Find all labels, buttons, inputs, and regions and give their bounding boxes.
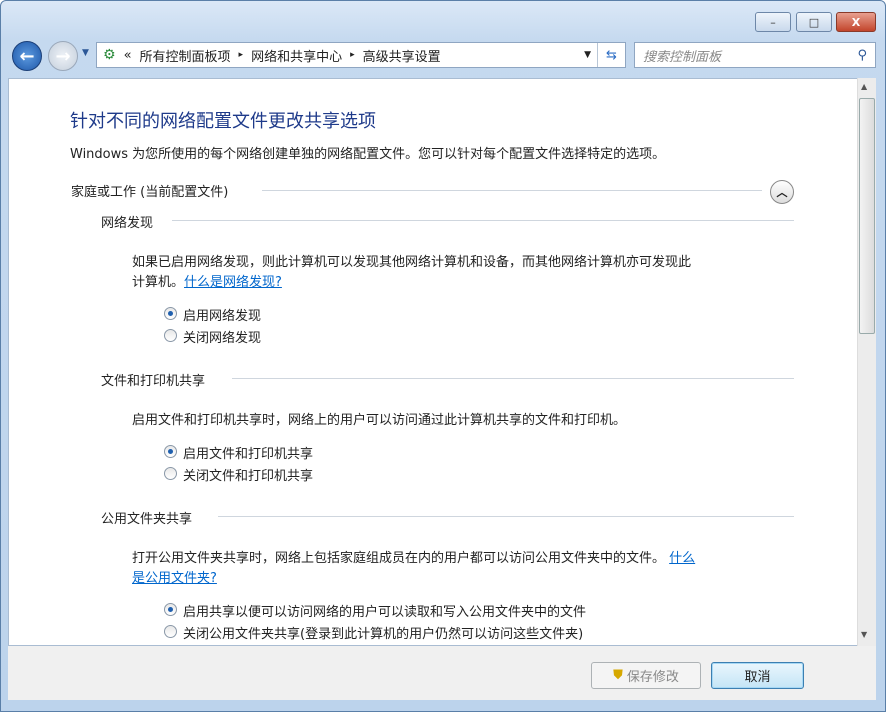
breadcrumb-network-center[interactable]: 网络和共享中心	[251, 46, 342, 65]
maximize-button[interactable]: □	[796, 12, 832, 32]
section-title-network-discovery: 网络发现	[101, 212, 153, 231]
radio-disable-file-printer-sharing[interactable]	[164, 467, 177, 480]
radio-disable-network-discovery[interactable]	[164, 329, 177, 342]
cancel-button[interactable]: 取消	[711, 662, 804, 689]
section-description: 计算机。	[132, 275, 184, 290]
help-link-public-folder[interactable]: 什么	[669, 551, 695, 566]
uac-shield-icon: ⛊	[613, 668, 623, 683]
section-description: 启用文件和打印机共享时，网络上的用户可以访问通过此计算机共享的文件和打印机。	[132, 409, 626, 428]
page-title: 针对不同的网络配置文件更改共享选项	[70, 107, 376, 133]
radio-label[interactable]: 启用文件和打印机共享	[183, 443, 313, 462]
search-input[interactable]: 搜索控制面板 ⚲	[634, 42, 876, 68]
radio-label[interactable]: 启用网络发现	[183, 305, 261, 324]
radio-label[interactable]: 关闭公用文件夹共享(登录到此计算机的用户仍然可以访问这些文件夹)	[183, 623, 583, 642]
breadcrumb-separator[interactable]: ▸	[239, 50, 244, 60]
breadcrumb-control-panel[interactable]: 所有控制面板项	[140, 46, 231, 65]
page-subtitle: Windows 为您所使用的每个网络创建单独的网络配置文件。您可以针对每个配置文…	[70, 143, 665, 162]
section-title-public-folder-sharing: 公用文件夹共享	[101, 508, 192, 527]
search-icon[interactable]: ⚲	[857, 48, 867, 63]
section-description: 如果已启用网络发现，则此计算机可以发现其他网络计算机和设备，而其他网络计算机亦可…	[132, 251, 691, 270]
radio-enable-public-folder-sharing[interactable]	[164, 603, 177, 616]
breadcrumb-separator[interactable]: ▸	[350, 50, 355, 60]
close-button[interactable]: X	[836, 12, 876, 32]
back-button[interactable]: ←	[12, 41, 42, 71]
section-title-file-printer-sharing: 文件和打印机共享	[101, 370, 205, 389]
overflow-chevron[interactable]: «	[124, 48, 132, 63]
scroll-down-icon[interactable]: ▼	[861, 630, 867, 639]
save-changes-button[interactable]: ⛊保存修改	[591, 662, 701, 689]
help-link-network-discovery[interactable]: 什么是网络发现?	[184, 275, 282, 290]
section-description: 打开公用文件夹共享时，网络上包括家庭组成员在内的用户都可以访问公用文件夹中的文件…	[132, 551, 665, 566]
recent-pages-dropdown-icon[interactable]: ▼	[82, 48, 89, 58]
address-dropdown-icon[interactable]: ▼	[584, 50, 591, 60]
radio-label[interactable]: 启用共享以便可以访问网络的用户可以读取和写入公用文件夹中的文件	[183, 601, 586, 620]
breadcrumb-advanced-sharing[interactable]: 高级共享设置	[363, 46, 441, 65]
refresh-icon[interactable]: ⇆	[597, 43, 625, 67]
collapse-chevron-up-icon[interactable]: ︿	[770, 180, 794, 204]
help-link-public-folder[interactable]: 是公用文件夹?	[132, 571, 217, 586]
profile-header: 家庭或工作 (当前配置文件)	[71, 181, 228, 200]
network-icon: ⚙	[103, 47, 116, 63]
radio-disable-public-folder-sharing[interactable]	[164, 625, 177, 638]
radio-enable-file-printer-sharing[interactable]	[164, 445, 177, 458]
scroll-up-icon[interactable]: ▲	[861, 82, 867, 91]
radio-label[interactable]: 关闭文件和打印机共享	[183, 465, 313, 484]
forward-button[interactable]: →	[48, 41, 78, 71]
vertical-scrollbar[interactable]: ▲ ▼	[857, 78, 876, 646]
address-bar[interactable]: ⚙ « 所有控制面板项 ▸ 网络和共享中心 ▸ 高级共享设置 ▼ ⇆	[96, 42, 626, 68]
radio-label[interactable]: 关闭网络发现	[183, 327, 261, 346]
minimize-button[interactable]: –	[755, 12, 791, 32]
scroll-thumb[interactable]	[859, 98, 875, 334]
radio-enable-network-discovery[interactable]	[164, 307, 177, 320]
